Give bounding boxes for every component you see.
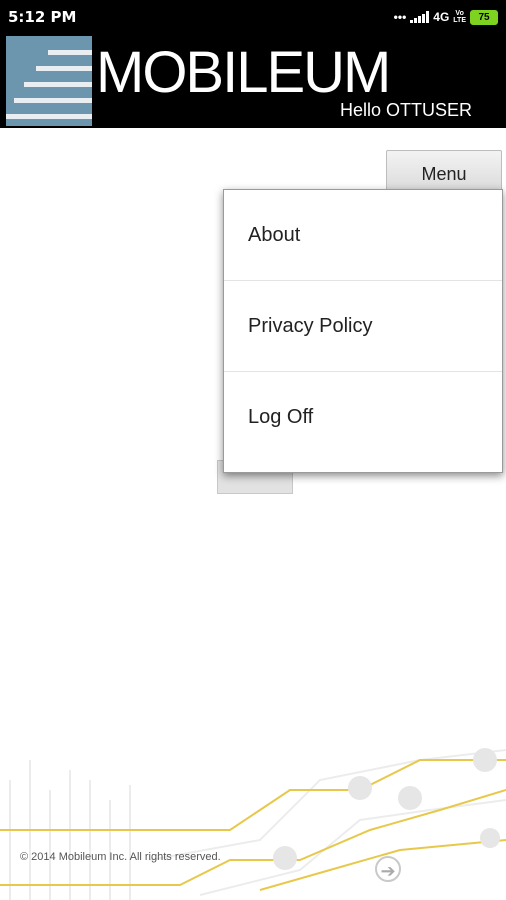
battery-level: 75 [478,11,490,23]
volte-top: Vo [455,10,464,17]
volte-bottom: LTE [453,17,466,24]
menu-item-about[interactable]: About [224,190,502,281]
user-greeting: Hello OTTUSER [339,100,472,120]
battery-icon: 75 [470,9,498,25]
notification-dots: ••• [393,10,407,24]
volte-icon: Vo LTE [453,10,466,24]
copyright-text: © 2014 Mobileum Inc. All rights reserved… [20,851,221,863]
circuit-background [0,748,506,900]
arrow-right-icon[interactable]: ➔ [375,856,401,882]
status-bar: 5:12 PM ••• 4G Vo LTE 75 [0,0,506,34]
app-header: MOBILEUM Hello OTTUSER [0,34,506,128]
brand-logo: MOBILEUM [96,40,391,105]
status-time: 5:12 PM [8,8,77,26]
menu-item-privacy-policy[interactable]: Privacy Policy [224,281,502,372]
network-type: 4G [433,10,450,24]
dropdown-menu: About Privacy Policy Log Off [223,189,503,473]
signal-icon [410,11,430,23]
logo-icon [6,36,92,126]
status-icons: ••• 4G Vo LTE 75 [394,6,498,28]
menu-item-log-off[interactable]: Log Off [224,372,502,463]
